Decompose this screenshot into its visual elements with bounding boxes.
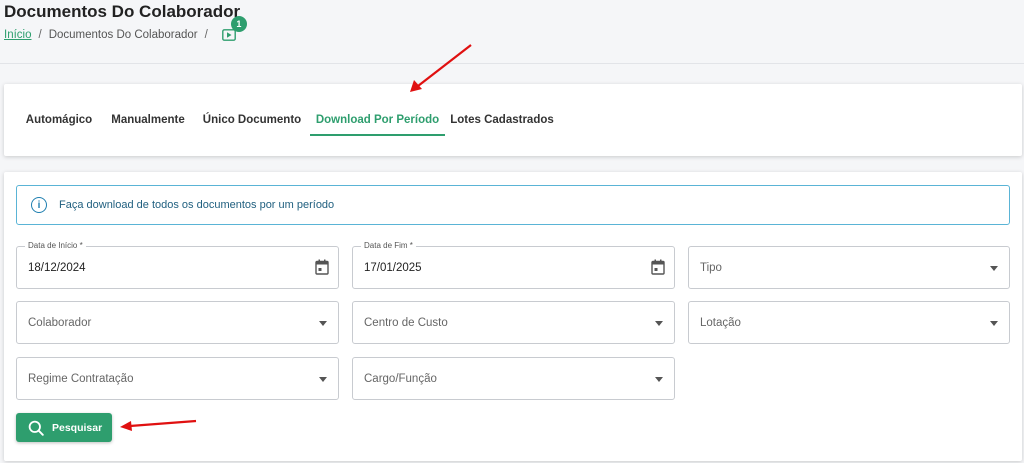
chevron-down-icon	[655, 321, 663, 326]
chevron-down-icon	[655, 377, 663, 382]
cargo-funcao-select[interactable]: Cargo/Função	[352, 357, 675, 400]
centro-custo-placeholder: Centro de Custo	[364, 317, 448, 329]
colaborador-select[interactable]: Colaborador	[16, 301, 339, 344]
search-button-label: Pesquisar	[52, 421, 103, 434]
breadcrumb-home-link[interactable]: Início	[4, 29, 32, 41]
tab-download-por-periodo[interactable]: Download Por Período	[310, 84, 445, 156]
tab-automagico[interactable]: Automágico	[18, 84, 100, 156]
video-play-icon	[221, 29, 236, 41]
breadcrumb: Início / Documentos Do Colaborador / 1	[4, 16, 247, 42]
tipo-placeholder: Tipo	[700, 262, 722, 274]
end-date-value: 17/01/2025	[364, 262, 422, 274]
colaborador-placeholder: Colaborador	[28, 317, 92, 329]
end-date-field[interactable]: Data de Fim * 17/01/2025	[352, 241, 675, 289]
search-form: i Faça download de todos os documentos p…	[4, 172, 1022, 461]
page-title: Documentos Do Colaborador	[4, 2, 241, 21]
breadcrumb-current: Documentos Do Colaborador	[48, 29, 198, 41]
regime-placeholder: Regime Contratação	[28, 373, 134, 385]
calendar-icon[interactable]	[315, 259, 329, 275]
search-button[interactable]: Pesquisar	[16, 413, 112, 442]
info-alert: i Faça download de todos os documentos p…	[16, 185, 1010, 225]
cargo-placeholder: Cargo/Função	[364, 373, 437, 385]
centro-custo-select[interactable]: Centro de Custo	[352, 301, 675, 344]
tab-manualmente[interactable]: Manualmente	[105, 84, 191, 156]
header-divider	[0, 63, 1024, 64]
start-date-label: Data de Início *	[25, 241, 86, 250]
chevron-down-icon	[990, 266, 998, 271]
chevron-down-icon	[990, 321, 998, 326]
calendar-icon[interactable]	[651, 259, 665, 275]
info-icon: i	[31, 197, 47, 213]
breadcrumb-separator: /	[204, 29, 208, 41]
start-date-value: 18/12/2024	[28, 262, 86, 274]
breadcrumb-separator: /	[38, 29, 42, 41]
lotacao-placeholder: Lotação	[700, 317, 741, 329]
chevron-down-icon	[319, 377, 327, 382]
tipo-select[interactable]: Tipo	[688, 246, 1010, 289]
info-alert-text: Faça download de todos os documentos por…	[59, 199, 335, 211]
chevron-down-icon	[319, 321, 327, 326]
tab-lotes-cadastrados[interactable]: Lotes Cadastrados	[449, 84, 555, 156]
end-date-label: Data de Fim *	[361, 241, 416, 250]
tab-unico-documento[interactable]: Único Documento	[199, 84, 305, 156]
search-icon	[28, 420, 44, 436]
lotacao-select[interactable]: Lotação	[688, 301, 1010, 344]
notification-badge: 1	[230, 16, 247, 32]
tabs-bar: Automágico Manualmente Único Documento D…	[4, 84, 1022, 156]
video-help-button[interactable]: 1	[221, 16, 247, 42]
start-date-field[interactable]: Data de Início * 18/12/2024	[16, 241, 339, 289]
regime-contratacao-select[interactable]: Regime Contratação	[16, 357, 339, 400]
